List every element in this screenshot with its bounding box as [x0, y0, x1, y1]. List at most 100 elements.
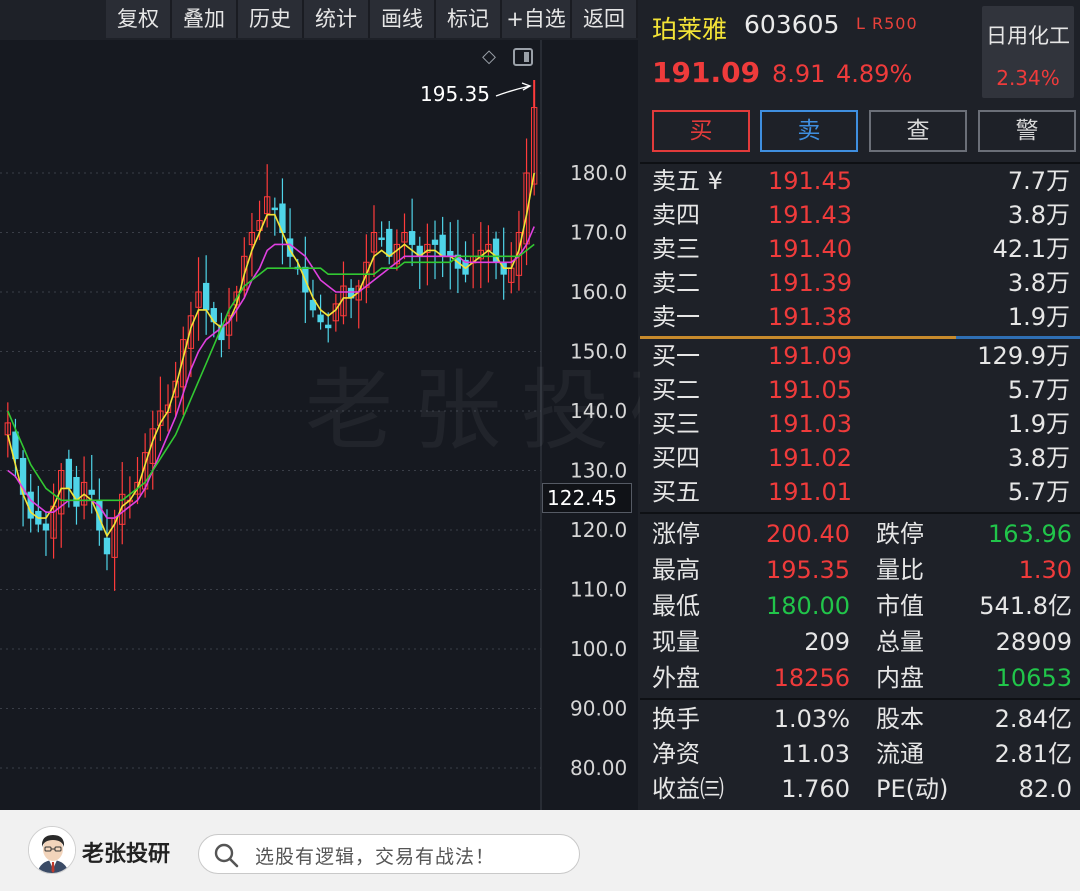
toolbar-button-draw-line[interactable]: 画线: [370, 0, 436, 38]
toolbar-button-mark[interactable]: 标记: [436, 0, 502, 38]
candle-body: [65, 458, 73, 489]
search-bar[interactable]: 选股有逻辑，交易有战法！: [198, 834, 580, 874]
stat-label: 收益㈢: [652, 775, 724, 803]
footer-bar: 老张投研 选股有逻辑，交易有战法！: [0, 810, 1080, 891]
stat-value: 163.96: [988, 520, 1072, 548]
candle-body: [88, 489, 95, 495]
candle-body: [317, 314, 324, 323]
stat-label: 涨停: [652, 520, 700, 548]
candle-body: [73, 477, 80, 507]
candle-body: [202, 282, 210, 311]
candle-body: [431, 239, 439, 245]
candle-body: [439, 234, 446, 257]
stat-value: 195.35: [766, 556, 850, 584]
stat-value: 180.00: [766, 592, 850, 620]
quote-panel: 珀莱雅 603605 L R500 191.09 8.91 4.89% 日用化工…: [640, 0, 1080, 810]
bid-row[interactable]: 买四 191.02 3.8万: [640, 441, 1080, 475]
ask-row[interactable]: 卖三 191.40 42.1万: [640, 232, 1080, 266]
stat-value: 1.03%: [773, 705, 850, 733]
high-price-label: 195.35: [420, 82, 490, 106]
candle-body: [386, 228, 393, 257]
stat-value: 11.03: [781, 740, 850, 768]
high-arrow-icon: [495, 82, 532, 97]
search-icon: [214, 843, 239, 868]
ask-row[interactable]: 卖二 191.39 3.8万: [640, 266, 1080, 300]
alert-button[interactable]: 警: [978, 110, 1076, 152]
stat-row: 换手 1.03% 股本 2.84亿: [640, 701, 1080, 737]
stock-flags: L R500: [856, 14, 918, 33]
stat-value: 82.0: [1018, 775, 1072, 803]
ask-volume: 3.8万: [1007, 201, 1070, 229]
bid-price: 191.09: [768, 342, 852, 370]
kline-chart-panel[interactable]: 180.0 170.0 160.0 150.0 140.0 130.0 120.0 110.0…: [0, 40, 717, 810]
ask-label: 卖二: [652, 269, 700, 297]
sector-name: 日用化工: [986, 24, 1070, 48]
ask-row[interactable]: 卖一 191.38 1.9万: [640, 300, 1080, 334]
stat-label: 最低: [652, 592, 700, 620]
y-tick-label: 100.0: [570, 637, 627, 661]
bid-label: 买三: [652, 410, 700, 438]
toolbar-button-statistics[interactable]: 统计: [304, 0, 370, 38]
stat-value: 18256: [773, 664, 850, 692]
bid-row[interactable]: 买二 191.05 5.7万: [640, 373, 1080, 407]
toolbar-button-fuquan[interactable]: 复权: [106, 0, 172, 38]
stat-label: 市值: [876, 592, 924, 620]
stat-label: 总量: [876, 628, 924, 656]
panel-toggle-icon[interactable]: [512, 46, 534, 68]
bid-volume: 3.8万: [1007, 444, 1070, 472]
toolbar-button-overlay[interactable]: 叠加: [172, 0, 238, 38]
bid-row[interactable]: 买一 191.09 129.9万: [640, 339, 1080, 373]
price-change-percent: 4.89%: [836, 60, 913, 88]
stock-header: 珀莱雅 603605 L R500 191.09 8.91 4.89% 日用化工…: [640, 0, 1080, 104]
bid-price: 191.02: [768, 444, 852, 472]
diamond-icon[interactable]: ◇: [478, 46, 500, 68]
stat-value: 10653: [995, 664, 1072, 692]
ask-row[interactable]: 卖五 ¥ 191.45 7.7万: [640, 164, 1080, 198]
stat-value: 2.81亿: [994, 740, 1072, 768]
ask-label: 卖四: [652, 201, 700, 229]
ask-price: 191.45: [768, 167, 852, 195]
ask-label: 卖五 ¥: [652, 167, 723, 195]
y-tick-label: 160.0: [570, 280, 627, 304]
bid-price: 191.03: [768, 410, 852, 438]
stat-label: 跌停: [876, 520, 924, 548]
ask-price: 191.43: [768, 201, 852, 229]
stat-row: 收益㈢ 1.760 PE(动) 82.0: [640, 771, 1080, 807]
y-axis-labels: 180.0170.0160.0150.0140.0130.0120.0110.0…: [570, 161, 627, 780]
candle-body: [271, 207, 278, 211]
stat-label: 现量: [652, 628, 700, 656]
candle-body: [42, 523, 50, 531]
avatar[interactable]: [28, 826, 76, 874]
ask-label: 卖一: [652, 303, 700, 331]
stat-value: 1.760: [781, 775, 850, 803]
divider: [640, 512, 1080, 514]
y-tick-label: 180.0: [570, 161, 627, 185]
brand-name: 老张投研: [82, 842, 171, 867]
stat-value: 28909: [995, 628, 1072, 656]
bid-row[interactable]: 买三 191.03 1.9万: [640, 407, 1080, 441]
buy-button[interactable]: 买: [652, 110, 750, 152]
sell-button[interactable]: 卖: [760, 110, 858, 152]
toolbar-button-history[interactable]: 历史: [238, 0, 304, 38]
stat-row: 涨停 200.40 跌停 163.96: [640, 516, 1080, 552]
stat-label: 量比: [876, 556, 924, 584]
bid-row[interactable]: 买五 191.01 5.7万: [640, 475, 1080, 509]
toolbar-button-add-watchlist[interactable]: +自选: [502, 0, 572, 38]
query-button[interactable]: 查: [869, 110, 967, 152]
stat-value: 1.30: [1018, 556, 1072, 584]
candle-body: [408, 231, 416, 245]
bid-price: 191.01: [768, 478, 852, 506]
ask-row[interactable]: 卖四 191.43 3.8万: [640, 198, 1080, 232]
ask-volume: 1.9万: [1007, 303, 1070, 331]
sector-card[interactable]: 日用化工 2.34%: [982, 6, 1074, 98]
stat-row: 外盘 18256 内盘 10653: [640, 660, 1080, 696]
price-change: 8.91: [772, 60, 826, 88]
toolbar-button-back[interactable]: 返回: [572, 0, 638, 38]
search-text: 选股有逻辑，交易有战法！: [255, 846, 496, 868]
bid-label: 买四: [652, 444, 700, 472]
last-price: 191.09: [652, 56, 761, 89]
stat-label: 净资: [652, 740, 700, 768]
bid-label: 买一: [652, 342, 700, 370]
stat-row: 最高 195.35 量比 1.30: [640, 552, 1080, 588]
chart-toolbar: 复权 叠加 历史 统计 画线 标记 +自选 返回: [0, 0, 638, 40]
